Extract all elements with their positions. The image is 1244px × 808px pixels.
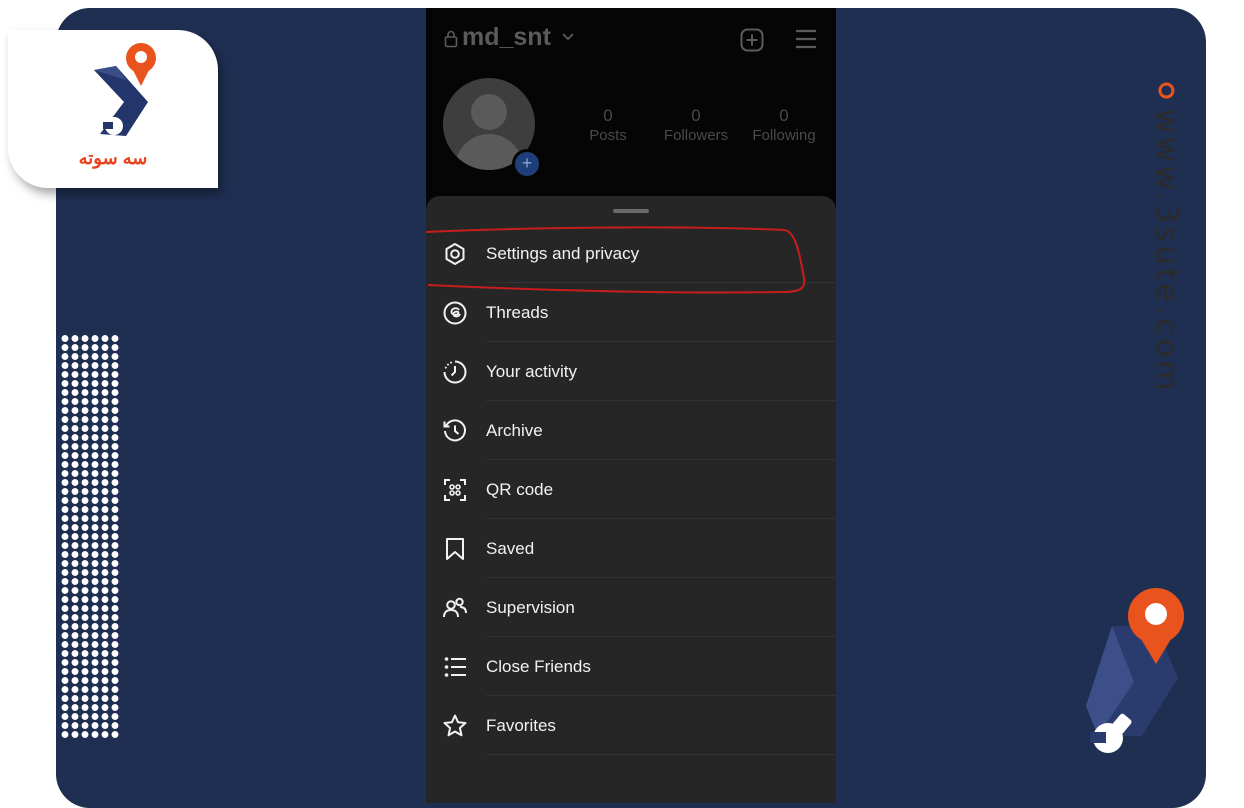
sheet-drag-handle[interactable] [613, 209, 649, 213]
menu-item-supervision[interactable]: Supervision [426, 578, 836, 637]
supervision-people-icon [443, 597, 467, 617]
plus-square-icon[interactable] [740, 28, 764, 52]
activity-clock-icon [443, 360, 467, 383]
profile-username[interactable]: md_snt [462, 23, 551, 52]
menu-item-label: Supervision [486, 597, 575, 617]
menu-item-saved[interactable]: Saved [426, 519, 836, 578]
menu-item-qr-code[interactable]: QR code [426, 460, 836, 519]
menu-item-archive[interactable]: Archive [426, 401, 836, 460]
brand-logo-icon [94, 43, 156, 136]
menu-item-label: Archive [486, 420, 543, 440]
menu-item-label: Saved [486, 538, 535, 558]
brand-wordmark: سه سوته [78, 148, 148, 168]
site-url-watermark: www.3sute.com [1148, 82, 1185, 394]
threads-icon [443, 301, 467, 324]
menu-item-label: Settings and privacy [486, 243, 640, 263]
stat-posts[interactable]: 0 Posts [568, 106, 648, 144]
menu-item-close-friends[interactable]: Close Friends [426, 637, 836, 696]
avatar-add-icon[interactable]: + [512, 149, 542, 179]
stat-posts-label: Posts [589, 127, 627, 144]
options-bottom-sheet: Settings and privacy Threads Your activi… [426, 196, 836, 803]
hamburger-menu-icon[interactable] [794, 28, 818, 50]
stat-following[interactable]: 0 Following [744, 106, 824, 144]
menu-item-settings-and-privacy[interactable]: Settings and privacy [426, 224, 836, 283]
brand-logo-card: سه سوته [8, 30, 218, 188]
menu-item-your-activity[interactable]: Your activity [426, 342, 836, 401]
instagram-profile-screen: md_snt + 0 Posts 0 Followers 0 Following [426, 8, 836, 803]
star-icon [443, 714, 467, 736]
bookmark-icon [446, 537, 464, 560]
stat-following-count: 0 [779, 106, 789, 125]
chevron-down-icon[interactable] [562, 32, 574, 42]
menu-item-label: Threads [486, 302, 549, 322]
stat-following-label: Following [752, 127, 816, 144]
stat-followers[interactable]: 0 Followers [656, 106, 736, 144]
menu-item-label: Your activity [486, 361, 578, 381]
menu-item-label: Close Friends [486, 656, 591, 676]
lock-icon [444, 30, 458, 48]
menu-item-label: Favorites [486, 715, 556, 735]
stat-posts-count: 0 [603, 106, 613, 125]
archive-history-icon [443, 418, 466, 441]
close-friends-list-icon [444, 656, 466, 677]
dotted-pattern-decoration [60, 334, 120, 738]
brand-logo-large-icon [1086, 588, 1184, 753]
menu-item-threads[interactable]: Threads [426, 283, 836, 342]
profile-top-bar: md_snt [426, 8, 836, 68]
site-url-text: www.3sute.com [1148, 108, 1185, 394]
stat-followers-label: Followers [663, 127, 729, 144]
menu-item-label: QR code [486, 479, 554, 499]
location-pin-icon [1158, 82, 1175, 99]
stat-followers-count: 0 [691, 106, 701, 125]
settings-gear-icon [445, 242, 465, 265]
menu-item-favorites[interactable]: Favorites [426, 696, 836, 755]
qr-code-icon [444, 478, 466, 501]
